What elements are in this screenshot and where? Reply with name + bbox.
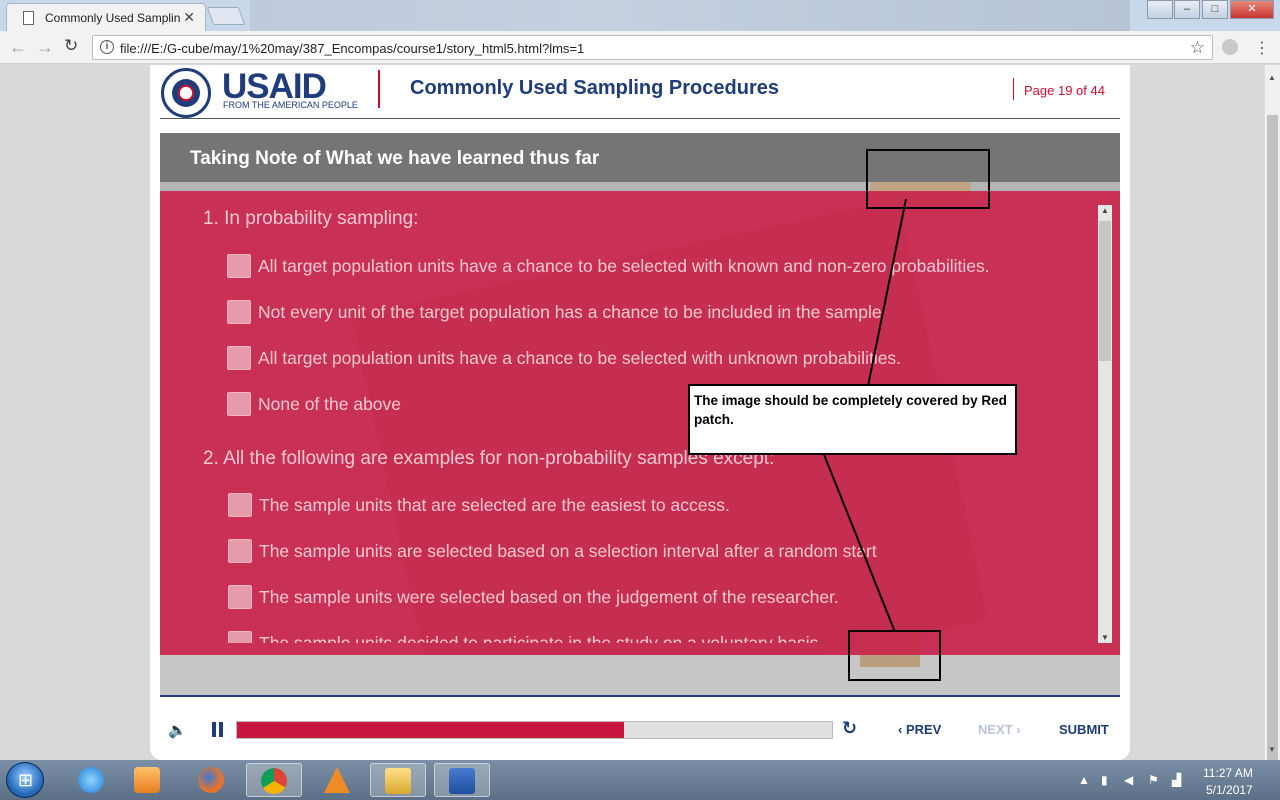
question-scroll-thumb[interactable] [1099,221,1111,361]
taskbar-ie[interactable] [64,763,120,797]
scroll-up-arrow-icon[interactable]: ▲ [1101,206,1109,215]
browser-tab[interactable]: Commonly Used Samplin ✕ [6,3,206,31]
slide-title: Taking Note of What we have learned thus… [190,148,600,169]
checkbox[interactable] [227,254,251,278]
taskbar-explorer[interactable] [370,763,426,797]
clock-date[interactable]: 5/1/2017 [1206,783,1253,797]
prev-button[interactable]: ‹ PREV [898,722,941,737]
forward-arrow-icon[interactable]: → [36,37,54,58]
vlc-cone-icon [324,767,350,793]
page-counter: Page 19 of 44 [1024,83,1105,98]
header-rule [160,118,1120,119]
slide-bottom-band [160,655,1120,696]
word-icon [449,768,475,794]
footer-rule [160,695,1120,697]
window-controls: – □ ✕ [1174,0,1274,20]
seal-emblem [172,79,200,107]
scroll-down-arrow-icon[interactable]: ▼ [1101,633,1109,642]
tray-expand-icon[interactable]: ▲ [1078,773,1090,787]
document-icon [23,11,34,25]
submit-button[interactable]: SUBMIT [1059,722,1109,737]
browser-toolbar: ← → ↻ i file:///E:/G-cube/may/1%20may/38… [0,31,1280,64]
annotation-text: The image should be completely covered b… [694,393,1007,427]
scroll-down-arrow-icon[interactable]: ▼ [1268,745,1276,754]
firefox-icon [198,767,224,793]
header-divider [378,70,380,108]
browser-tab-strip: Commonly Used Samplin ✕ – □ ✕ [0,0,1280,31]
folder-icon [385,768,411,794]
bookmark-star-icon[interactable]: ☆ [1190,38,1205,58]
annotation-callout: The image should be completely covered b… [688,384,1017,455]
maximize-button[interactable]: □ [1202,0,1228,19]
battery-icon[interactable]: ▮ [1101,773,1108,787]
page-scroll-thumb[interactable] [1267,115,1278,760]
internet-explorer-icon [78,767,104,793]
clock-time[interactable]: 11:27 AM [1203,766,1253,780]
checkbox[interactable] [228,539,252,563]
taskbar-vlc[interactable] [310,763,366,797]
info-icon[interactable]: i [100,40,114,54]
scroll-up-arrow-icon[interactable]: ▲ [1268,73,1276,82]
close-window-button[interactable]: ✕ [1230,0,1274,19]
question-1-text: 1. In probability sampling: [203,208,419,229]
browser-menu-icon[interactable]: ⋮ [1254,38,1270,58]
taskbar-word[interactable] [434,763,490,797]
option-label: The sample units are selected based on a… [259,541,877,561]
option-label: All target population units have a chanc… [258,256,990,276]
annotation-box-bottom [848,630,941,681]
option-label: Not every unit of the target population … [258,302,882,322]
brand-tagline: FROM THE AMERICAN PEOPLE [223,100,358,110]
option-label: The sample units were selected based on … [259,587,839,607]
speaker-icon[interactable]: ◀ [1124,773,1133,787]
option-label: All target population units have a chanc… [258,348,902,368]
tab-strip-background [250,0,1130,31]
checkbox[interactable] [228,631,252,643]
seek-bar-fill [237,722,624,738]
reload-icon[interactable]: ↻ [64,36,78,56]
action-center-flag-icon[interactable]: ⚑ [1148,773,1159,787]
checkbox[interactable] [227,346,251,370]
user-profile-button[interactable] [1147,0,1173,19]
tab-title: Commonly Used Samplin [45,11,180,25]
page-divider [1013,78,1014,100]
minimize-button[interactable]: – [1174,0,1200,19]
course-title: Commonly Used Sampling Procedures [410,77,779,99]
checkbox[interactable] [227,300,251,324]
replay-icon[interactable]: ↻ [842,718,857,739]
checkbox[interactable] [227,392,251,416]
url-text[interactable]: file:///E:/G-cube/may/1%20may/387_Encomp… [120,41,584,56]
new-tab-button[interactable] [206,7,246,25]
network-icon[interactable]: ▟ [1172,773,1181,787]
annotation-box-top [866,149,990,209]
option-label: The sample units that are selected are t… [259,495,730,515]
extension-icon[interactable] [1222,39,1238,55]
tab-close-icon[interactable]: ✕ [183,9,195,26]
chrome-icon [261,768,287,794]
pause-icon[interactable] [212,722,224,737]
usaid-seal-logo [161,68,211,118]
taskbar-chrome[interactable] [246,763,302,797]
seek-bar[interactable] [236,721,833,739]
option-label: The sample units decided to participate … [259,633,819,643]
question-scrollbar[interactable]: ▲ ▼ [1098,205,1112,643]
checkbox[interactable] [228,493,252,517]
page-scrollbar[interactable]: ▲ ▼ [1264,65,1280,760]
back-arrow-icon[interactable]: ← [9,37,27,58]
option-label: None of the above [258,394,402,414]
volume-icon[interactable]: 🔈 [168,721,187,739]
next-button[interactable]: NEXT › [978,722,1021,737]
start-button[interactable]: ⊞ [6,762,44,798]
windows-taskbar: ⊞ ▲ ▮ ◀ ⚑ ▟ [0,760,1280,800]
media-player-icon [134,767,160,793]
checkbox[interactable] [228,585,252,609]
taskbar-media-player[interactable] [120,763,176,797]
windows-logo-icon: ⊞ [18,770,34,790]
taskbar-firefox[interactable] [184,763,240,797]
address-bar[interactable]: i file:///E:/G-cube/may/1%20may/387_Enco… [92,35,1213,60]
